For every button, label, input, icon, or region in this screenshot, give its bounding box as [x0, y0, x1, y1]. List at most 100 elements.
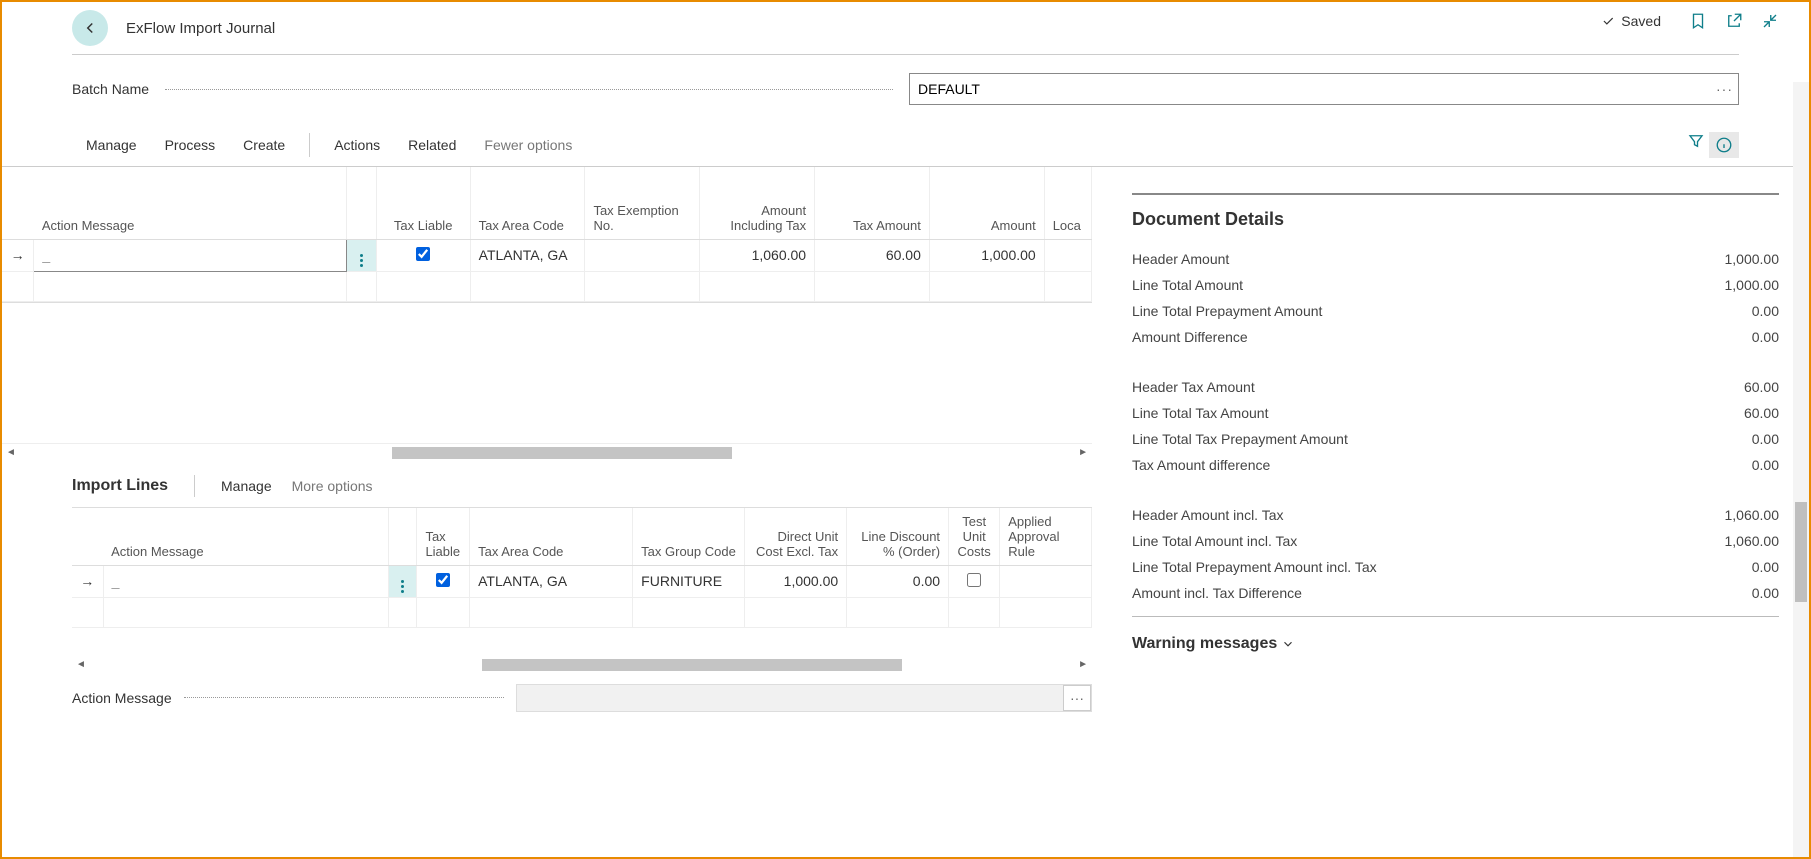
detail-group-2: Header Tax Amount60.00 Line Total Tax Am… [1132, 374, 1779, 478]
col-amount-incl-tax[interactable]: Amount Including Tax [700, 167, 815, 239]
lines-col-applied-rule[interactable]: Applied Approval Rule [1000, 508, 1092, 566]
action-message-label: Action Message [72, 690, 172, 706]
detail-row: Header Tax Amount60.00 [1132, 374, 1779, 400]
lines-row-more-button[interactable] [388, 565, 417, 597]
cell-amount-incl-tax[interactable]: 1,060.00 [700, 239, 815, 271]
lines-grid-scrollbar[interactable]: ◄ ► [72, 656, 1092, 674]
cell-tax-exemption[interactable] [585, 239, 700, 271]
row-more-button[interactable] [347, 239, 376, 271]
collapse-icon [1761, 12, 1779, 30]
import-lines-manage[interactable]: Manage [221, 478, 272, 494]
import-lines-more[interactable]: More options [292, 478, 373, 494]
bookmark-button[interactable] [1689, 12, 1707, 30]
col-tax-exemption[interactable]: Tax Exemption No. [585, 167, 700, 239]
menu-fewer-options[interactable]: Fewer options [470, 137, 586, 153]
popout-icon [1725, 12, 1743, 30]
menu-related[interactable]: Related [394, 137, 470, 153]
lines-row-empty[interactable] [72, 597, 1092, 627]
bookmark-icon [1689, 12, 1707, 30]
scroll-right-icon[interactable]: ► [1078, 659, 1088, 670]
col-loca[interactable]: Loca [1044, 167, 1091, 239]
col-tax-liable[interactable]: Tax Liable [376, 167, 470, 239]
lines-col-test-costs[interactable]: Test Unit Costs [949, 508, 1000, 566]
lines-row[interactable]: → _ ATLANTA, GA FURNITURE 1,000.00 0.00 [72, 565, 1092, 597]
cell-amount[interactable]: 1,000.00 [929, 239, 1044, 271]
col-tax-area-code[interactable]: Tax Area Code [470, 167, 585, 239]
lines-cell-discount[interactable]: 0.00 [847, 565, 949, 597]
scroll-thumb[interactable] [482, 659, 902, 671]
menu-manage[interactable]: Manage [72, 137, 151, 153]
info-button[interactable] [1709, 132, 1739, 158]
col-amount[interactable]: Amount [929, 167, 1044, 239]
detail-row: Line Total Tax Prepayment Amount0.00 [1132, 426, 1779, 452]
cell-tax-amount[interactable]: 60.00 [815, 239, 930, 271]
batch-input-wrapper: ··· [909, 73, 1739, 105]
collapse-button[interactable] [1761, 12, 1779, 30]
lines-cell-test-costs[interactable] [967, 573, 981, 587]
page-scrollbar[interactable] [1793, 82, 1809, 857]
row-selector-icon[interactable]: → [80, 573, 94, 589]
arrow-left-icon [81, 19, 99, 37]
main-grid-scrollbar[interactable]: ◄ ► [2, 443, 1092, 461]
menu-create[interactable]: Create [229, 137, 299, 153]
lines-cell-tax-group[interactable]: FURNITURE [633, 565, 745, 597]
cell-tax-area-code[interactable]: ATLANTA, GA [470, 239, 585, 271]
lines-col-tax-area[interactable]: Tax Area Code [470, 508, 633, 566]
action-message-row: Action Message ··· [2, 674, 1092, 712]
chevron-down-icon [1281, 637, 1295, 651]
menu-right [1687, 132, 1739, 158]
top-bar: ExFlow Import Journal Saved [2, 2, 1809, 54]
row-selector-icon[interactable]: → [11, 247, 25, 263]
filter-button[interactable] [1687, 132, 1705, 158]
detail-row: Line Total Prepayment Amount incl. Tax0.… [1132, 554, 1779, 580]
menu-actions[interactable]: Actions [320, 137, 394, 153]
detail-row: Tax Amount difference0.00 [1132, 452, 1779, 478]
lines-col-discount[interactable]: Line Discount % (Order) [847, 508, 949, 566]
detail-row: Line Total Amount1,000.00 [1132, 272, 1779, 298]
lines-cell-action-message[interactable]: _ [112, 573, 120, 589]
batch-lookup-button[interactable]: ··· [1716, 81, 1733, 97]
batch-name-input[interactable] [909, 73, 1739, 105]
action-message-lookup-button[interactable]: ··· [1063, 685, 1091, 711]
info-icon [1715, 136, 1733, 154]
detail-group-3: Header Amount incl. Tax1,060.00 Line Tot… [1132, 502, 1779, 606]
page-title: ExFlow Import Journal [126, 20, 275, 37]
action-message-field[interactable]: ··· [516, 684, 1092, 712]
popout-button[interactable] [1725, 12, 1743, 30]
import-lines-title: Import Lines [72, 477, 168, 495]
lines-col-direct-cost[interactable]: Direct Unit Cost Excl. Tax [745, 508, 847, 566]
detail-row: Line Total Tax Amount60.00 [1132, 400, 1779, 426]
detail-row: Amount incl. Tax Difference0.00 [1132, 580, 1779, 606]
lines-cell-tax-area[interactable]: ATLANTA, GA [470, 565, 633, 597]
scroll-left-icon[interactable]: ◄ [6, 447, 16, 458]
kebab-icon [360, 254, 363, 267]
saved-label: Saved [1621, 13, 1661, 29]
menu-bar: Manage Process Create Actions Related Fe… [2, 123, 1809, 167]
menu-process[interactable]: Process [151, 137, 230, 153]
content-area: Action Message Tax Liable Tax Area Code … [2, 167, 1809, 712]
lines-cell-applied-rule[interactable] [1000, 565, 1092, 597]
cell-loca[interactable] [1044, 239, 1091, 271]
scroll-left-icon[interactable]: ◄ [76, 659, 86, 670]
scroll-thumb[interactable] [392, 447, 732, 459]
check-icon [1601, 14, 1615, 28]
table-row[interactable]: → _ ATLANTA, GA 1,060.00 60.00 1,000.00 [2, 239, 1092, 271]
cell-action-message[interactable]: _ [42, 247, 50, 263]
lines-col-action-message[interactable]: Action Message [103, 508, 388, 566]
col-action-message[interactable]: Action Message [34, 167, 347, 239]
lines-col-tax-group[interactable]: Tax Group Code [633, 508, 745, 566]
left-column: Action Message Tax Liable Tax Area Code … [2, 167, 1092, 712]
lines-cell-direct-cost[interactable]: 1,000.00 [745, 565, 847, 597]
lines-col-tax-liable[interactable]: Tax Liable [417, 508, 470, 566]
table-row-empty[interactable] [2, 271, 1092, 301]
warning-messages-header[interactable]: Warning messages [1132, 616, 1779, 653]
lines-cell-tax-liable[interactable] [436, 573, 450, 587]
col-tax-amount[interactable]: Tax Amount [815, 167, 930, 239]
back-button[interactable] [72, 10, 108, 46]
scroll-right-icon[interactable]: ► [1078, 447, 1088, 458]
dotted-leader [165, 89, 893, 90]
document-details-panel: Document Details Header Amount1,000.00 L… [1092, 167, 1809, 712]
scroll-thumb-vertical[interactable] [1795, 502, 1807, 602]
cell-tax-liable[interactable] [416, 247, 430, 261]
saved-indicator: Saved [1601, 13, 1661, 29]
